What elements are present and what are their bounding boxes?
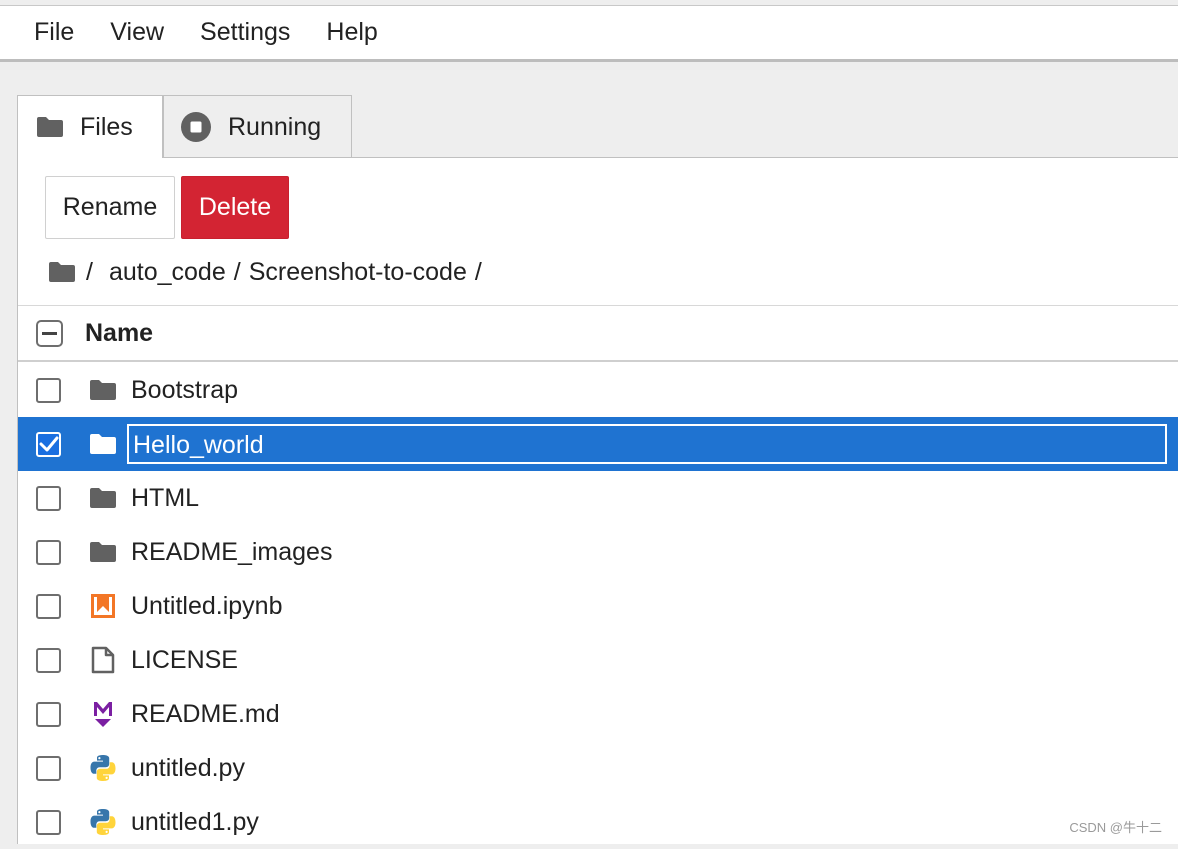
file-row[interactable]: untitled.py — [18, 741, 1178, 795]
file-name: Untitled.ipynb — [131, 591, 283, 620]
file-row[interactable]: Untitled.ipynb — [18, 579, 1178, 633]
folder-icon — [88, 537, 118, 567]
file-browser-panel: Rename Delete / auto_code / Screenshot-t… — [17, 157, 1178, 844]
name-column-header[interactable]: Name — [85, 319, 153, 348]
menu-bar: File View Settings Help — [0, 5, 1178, 62]
file-row[interactable]: README.md — [18, 687, 1178, 741]
file-row[interactable]: LICENSE — [18, 633, 1178, 687]
sidebar-tabs: Files Running — [17, 95, 352, 158]
tab-files-label: Files — [80, 112, 133, 141]
row-checkbox[interactable] — [36, 701, 61, 727]
file-icon — [88, 645, 118, 675]
file-row[interactable]: Bootstrap — [18, 363, 1178, 417]
breadcrumb-separator: / — [474, 257, 482, 286]
menu-view[interactable]: View — [92, 4, 182, 61]
row-checkbox[interactable] — [36, 647, 61, 673]
tab-running-label: Running — [228, 112, 322, 141]
file-name: README.md — [131, 699, 280, 728]
file-row[interactable]: Hello_world — [18, 417, 1178, 471]
row-checkbox[interactable] — [36, 485, 61, 511]
menu-settings[interactable]: Settings — [182, 4, 308, 61]
folder-icon[interactable] — [48, 261, 76, 283]
folder-icon — [88, 483, 118, 513]
row-checkbox[interactable] — [36, 377, 61, 403]
file-name[interactable]: Hello_world — [127, 424, 1167, 464]
menu-file[interactable]: File — [0, 4, 92, 61]
file-name: LICENSE — [131, 645, 238, 674]
tab-files[interactable]: Files — [17, 95, 163, 158]
row-checkbox[interactable] — [36, 755, 61, 781]
tab-running[interactable]: Running — [163, 95, 352, 158]
row-checkbox[interactable] — [36, 809, 61, 835]
file-row[interactable]: untitled1.py — [18, 795, 1178, 849]
notebook-icon — [88, 591, 118, 621]
file-toolbar: Rename Delete — [45, 176, 289, 239]
breadcrumb-root[interactable]: / — [86, 258, 93, 287]
row-checkbox[interactable] — [36, 431, 61, 457]
row-checkbox[interactable] — [36, 593, 61, 619]
rename-button[interactable]: Rename — [45, 176, 175, 239]
file-name: Bootstrap — [131, 375, 239, 404]
breadcrumb-auto-code[interactable]: auto_code — [109, 258, 226, 287]
file-row[interactable]: README_images — [18, 525, 1178, 579]
folder-icon — [88, 429, 118, 459]
python-icon — [88, 753, 118, 783]
delete-button[interactable]: Delete — [181, 176, 289, 239]
markdown-icon — [88, 699, 118, 729]
watermark: CSDN @牛十二 — [1069, 820, 1162, 835]
file-name: untitled1.py — [131, 807, 259, 836]
file-row[interactable]: HTML — [18, 471, 1178, 525]
row-checkbox[interactable] — [36, 539, 61, 565]
select-all-checkbox[interactable] — [36, 319, 63, 347]
folder-icon — [88, 375, 118, 405]
breadcrumb: / auto_code / Screenshot-to-code / — [48, 256, 490, 288]
file-name: README_images — [131, 537, 333, 566]
menu-help[interactable]: Help — [308, 4, 395, 61]
python-icon — [88, 807, 118, 837]
file-name: untitled.py — [131, 753, 245, 782]
breadcrumb-screenshot-to-code[interactable]: Screenshot-to-code — [249, 258, 467, 287]
breadcrumb-separator: / — [233, 257, 241, 286]
list-header: Name — [18, 305, 1178, 362]
folder-icon — [36, 116, 64, 138]
stop-circle-icon — [180, 111, 212, 143]
file-name: HTML — [131, 483, 200, 512]
